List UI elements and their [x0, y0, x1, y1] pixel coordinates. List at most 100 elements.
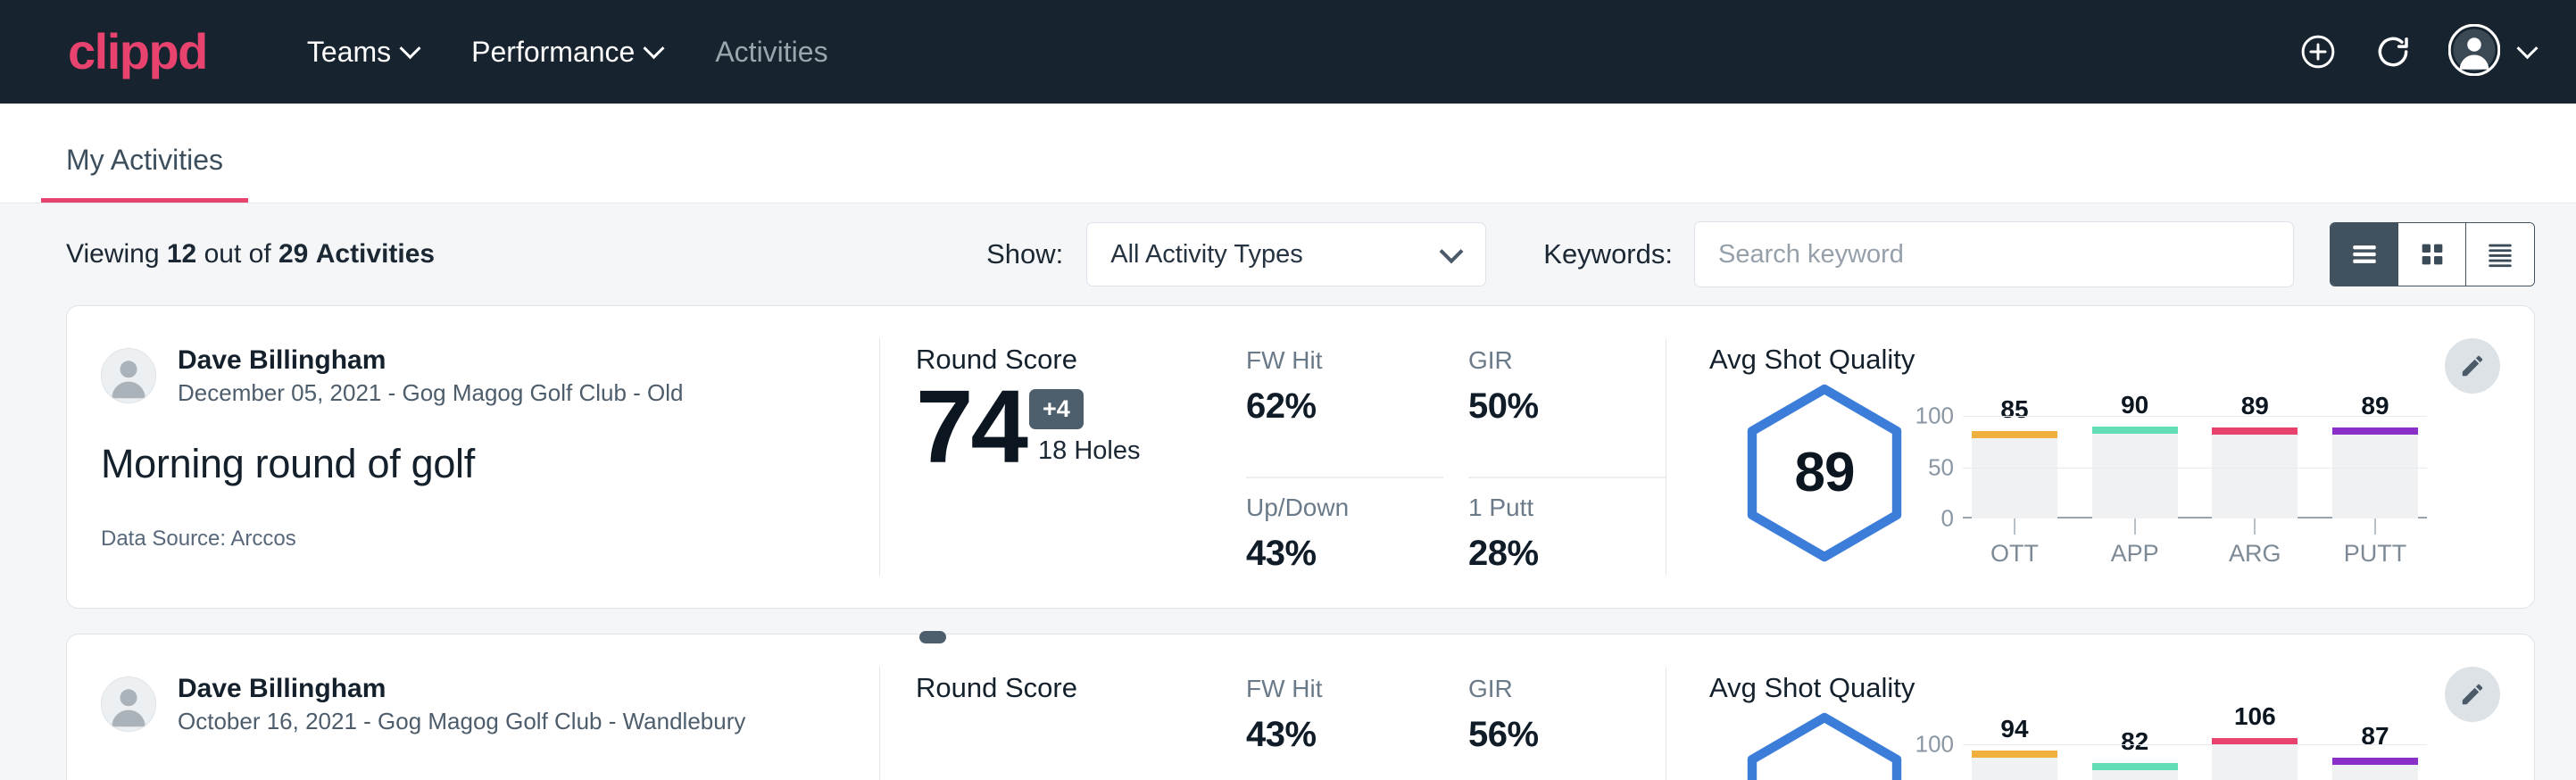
nav-item-teams[interactable]: Teams: [280, 27, 445, 78]
filter-controls: Show: All Activity Types Keywords:: [986, 221, 2535, 287]
score-to-par-badge: +4: [1029, 389, 1084, 429]
shot-quality-chart: 050100 948210687 OTTAPPARGPUTT: [1907, 706, 2427, 780]
chart-bar-value: 87: [2332, 722, 2418, 751]
viewing-middle: out of: [204, 239, 271, 269]
activity-meta: October 16, 2021 - Gog Magog Golf Club -…: [178, 706, 745, 737]
nav-item-performance[interactable]: Performance: [445, 27, 688, 78]
activity-author: Dave Billingham October 16, 2021 - Gog M…: [101, 672, 879, 737]
chart-gridline: [1963, 416, 2427, 417]
chart-y-axis: 050100: [1907, 729, 1963, 780]
chart-bar-column: 89: [2212, 401, 2298, 519]
activity-meta: December 05, 2021 - Gog Magog Golf Club …: [178, 378, 684, 409]
viewing-total: 29: [278, 239, 308, 269]
stat-value: 43%: [1246, 715, 1427, 755]
round-score-label: Round Score: [916, 672, 1246, 704]
search-input[interactable]: [1694, 221, 2294, 287]
nav-item-activities[interactable]: Activities: [688, 27, 854, 78]
stat-fw-hit: FW Hit 62%: [1246, 345, 1443, 478]
stat-gir: GIR 50%: [1468, 345, 1666, 478]
chart-bar-value: 106: [2212, 702, 2298, 731]
chevron-down-icon: [1440, 239, 1464, 263]
avatar: [101, 676, 156, 732]
avg-shot-quality-section: Avg Shot Quality 050100 94 82 106 87: [1666, 635, 2534, 780]
player-name: Dave Billingham: [178, 672, 745, 706]
chart-bar-column: 82: [2092, 729, 2178, 780]
viewing-count: 12: [167, 239, 196, 269]
add-icon[interactable]: [2298, 32, 2338, 71]
stat-value: 28%: [1468, 534, 1649, 574]
chart-bar-column: 90: [2092, 401, 2178, 519]
account-menu[interactable]: [2448, 24, 2535, 80]
grid-view-button[interactable]: [2398, 223, 2466, 286]
stat-fw-hit: FW Hit 43%: [1246, 674, 1443, 780]
chart-y-tick: 100: [1915, 402, 1954, 430]
chart-gridline: [1963, 744, 2427, 745]
chart-bar: [2212, 427, 2298, 519]
round-score-section: Round Score 74 +4 18 Holes: [880, 306, 1246, 608]
chart-plot-area: 94 82 106 87: [1963, 729, 2427, 780]
stat-value: 56%: [1468, 715, 1649, 755]
stat-one-putt: 1 Putt 28%: [1468, 478, 1666, 608]
tab-my-activities[interactable]: My Activities: [41, 144, 248, 203]
primary-nav: Teams Performance Activities: [280, 27, 855, 78]
show-label: Show:: [986, 238, 1063, 270]
tab-my-activities-label: My Activities: [66, 144, 223, 176]
chart-x-tick-label: PUTT: [2332, 540, 2418, 568]
round-score-value-group: 74 +4 18 Holes: [916, 379, 1246, 475]
tab-bar: My Activities: [0, 104, 2576, 203]
chart-y-axis: 050100: [1907, 401, 1963, 519]
avg-shot-quality-label: Avg Shot Quality: [1709, 344, 2534, 376]
stat-value: 62%: [1246, 386, 1427, 427]
avg-shot-quality-body: 050100 948210687 OTTAPPARGPUTT: [1709, 706, 2534, 780]
chart-bar-value: 90: [2092, 391, 2178, 419]
nav-item-teams-label: Teams: [307, 36, 391, 69]
viewing-suffix: Activities: [316, 239, 435, 269]
activity-author: Dave Billingham December 05, 2021 - Gog …: [101, 344, 879, 409]
navbar-actions: [2298, 24, 2535, 80]
chart-x-tick: ARG: [2212, 519, 2298, 568]
chart-bar-column: 106: [2212, 729, 2298, 780]
activity-info: Dave Billingham October 16, 2021 - Gog M…: [67, 635, 879, 780]
stat-label: 1 Putt: [1468, 493, 1649, 523]
shot-quality-hexagon: [1741, 712, 1907, 780]
activity-card[interactable]: Dave Billingham October 16, 2021 - Gog M…: [66, 634, 2535, 780]
compact-view-button[interactable]: [2466, 223, 2534, 286]
activity-card-list: Dave Billingham December 05, 2021 - Gog …: [0, 305, 2576, 780]
stat-gir: GIR 56%: [1468, 674, 1666, 780]
chart-bar: [2332, 758, 2418, 780]
chart-bar-column: 94: [1972, 729, 2057, 780]
filter-toolbar: Viewing 12 out of 29 Activities Show: Al…: [0, 203, 2576, 305]
chart-bar: [1972, 751, 2057, 780]
round-score-value: 74: [916, 379, 1026, 475]
chart-x-tick: PUTT: [2332, 519, 2418, 568]
nav-item-activities-label: Activities: [715, 36, 827, 69]
shot-quality-value: 89: [1741, 384, 1907, 562]
round-score-value-group: [916, 708, 1246, 717]
score-to-par-badge: [919, 631, 946, 643]
avg-shot-quality-label: Avg Shot Quality: [1709, 672, 2534, 704]
avg-shot-quality-body: 89 050100 85908989 OTTAPPARGPUTT: [1709, 378, 2534, 568]
shot-quality-chart: 050100 85908989 OTTAPPARGPUTT: [1907, 378, 2427, 568]
chart-bar: [1972, 431, 2057, 519]
activity-card[interactable]: Dave Billingham December 05, 2021 - Gog …: [66, 305, 2535, 609]
round-stats: FW Hit 62% GIR 50% Up/Down 43% 1 Putt 28…: [1246, 306, 1666, 608]
chart-y-tick: 100: [1915, 731, 1954, 759]
activity-type-select[interactable]: All Activity Types: [1086, 222, 1486, 286]
chart-bar-column: 89: [2332, 401, 2418, 519]
chart-bar-column: 87: [2332, 729, 2418, 780]
chart-bar-column: 85: [1972, 401, 2057, 519]
refresh-icon[interactable]: [2373, 32, 2413, 71]
stat-label: Up/Down: [1246, 493, 1427, 523]
list-view-button[interactable]: [2331, 223, 2398, 286]
stat-label: FW Hit: [1246, 345, 1427, 376]
viewing-prefix: Viewing: [66, 239, 160, 269]
chart-bars: 94 82 106 87: [1963, 729, 2427, 780]
edit-activity-button[interactable]: [2445, 338, 2500, 394]
stat-label: GIR: [1468, 345, 1649, 376]
app-logo[interactable]: clippd: [68, 27, 207, 77]
chevron-down-icon: [2516, 37, 2538, 59]
activity-info: Dave Billingham December 05, 2021 - Gog …: [67, 306, 879, 608]
edit-activity-button[interactable]: [2445, 667, 2500, 722]
chevron-down-icon: [400, 37, 421, 59]
view-toggle-group: [2330, 222, 2535, 286]
